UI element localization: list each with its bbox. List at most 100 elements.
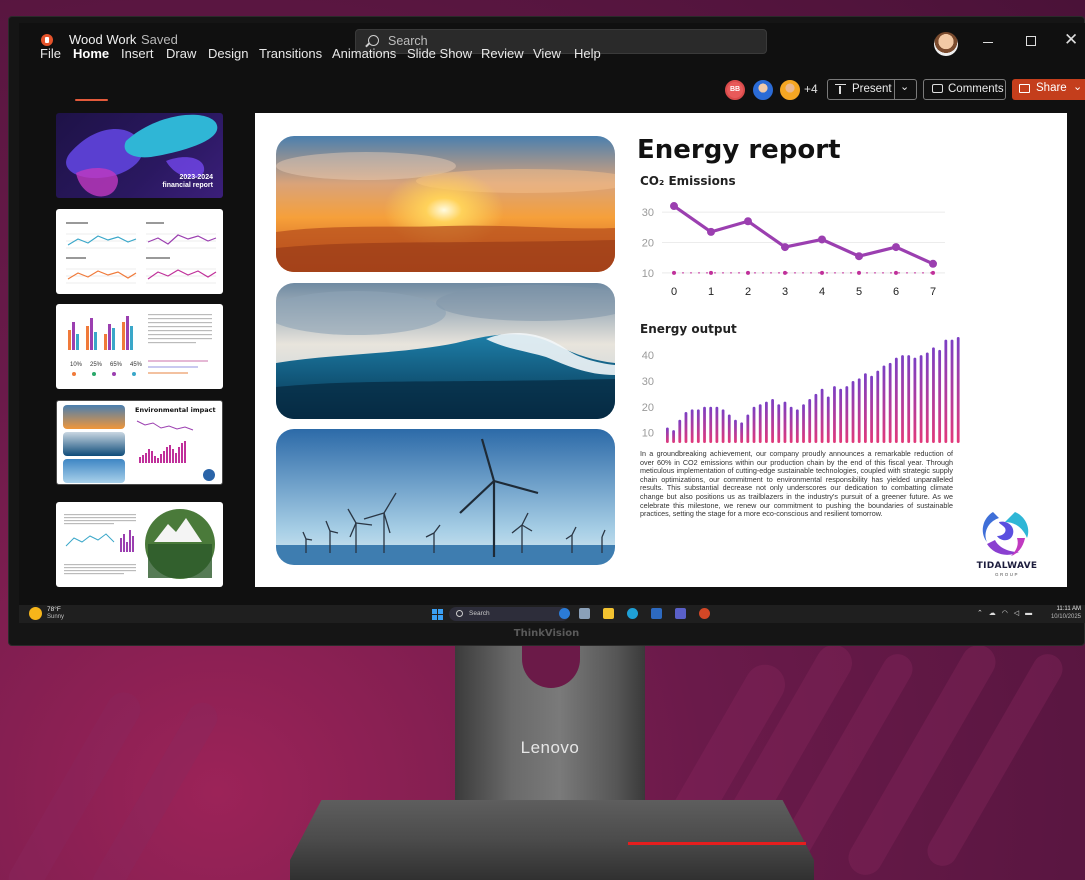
comments-button[interactable]: Comments (923, 79, 1006, 100)
tidalwave-logo-icon (982, 512, 1029, 556)
bar (845, 386, 849, 443)
divider (894, 80, 895, 99)
bar (777, 404, 781, 443)
caption-line: financial report (162, 182, 213, 189)
taskbar: 78°F Sunny Search ⌃ ☁ ◠ ◁ ▬ 11:11 AM 10/… (19, 605, 1085, 623)
edge-browser-icon[interactable] (627, 608, 638, 619)
clock-date[interactable]: 10/10/2025 (1049, 614, 1081, 620)
y-tick-label: 20 (642, 402, 654, 414)
slide-canvas[interactable]: Energy report CO₂ Emissions 10 20 30 0 1 2 3 4 5… (255, 113, 1067, 587)
share-button[interactable]: Share ⌄ (1012, 79, 1085, 100)
sunset-photo[interactable] (276, 136, 615, 272)
monitor-brand: ThinkVision (513, 627, 580, 639)
copilot-icon[interactable] (559, 608, 570, 619)
coauthor-avatar[interactable]: BB (725, 80, 745, 100)
tab-review[interactable]: Review (481, 46, 524, 61)
bar (709, 406, 713, 443)
data-point (855, 252, 863, 261)
bar (789, 406, 793, 443)
bar (907, 355, 911, 443)
x-tick-label: 3 (782, 286, 788, 298)
thumbnail-artwork: 10% 25% 65% 45% (68, 314, 212, 376)
more-coauthors-count[interactable]: +4 (804, 82, 818, 96)
share-icon (1019, 84, 1030, 93)
thumbnail-title: Environmental impact (135, 406, 216, 414)
tab-draw[interactable]: Draw (166, 46, 196, 61)
powerpoint-icon[interactable] (41, 34, 53, 46)
sun-icon[interactable] (29, 607, 42, 620)
thumbnail-artwork: Environmental impact (63, 405, 216, 483)
weather-temperature[interactable]: 78°F (47, 606, 61, 613)
slide-thumbnail-1[interactable]: 2023-2024 financial report (56, 113, 223, 198)
tab-transitions[interactable]: Transitions (259, 46, 322, 61)
maximize-button[interactable] (1026, 36, 1036, 46)
y-tick-label: 10 (642, 268, 654, 280)
tab-home[interactable]: Home (73, 46, 109, 61)
wind-turbines-photo[interactable] (276, 429, 615, 565)
data-point (931, 270, 935, 275)
tab-help[interactable]: Help (574, 46, 601, 61)
weather-description[interactable]: Sunny (47, 614, 64, 620)
slide-thumbnail-2[interactable] (56, 209, 223, 294)
close-button[interactable]: ✕ (1064, 31, 1078, 48)
data-point (744, 217, 752, 226)
tab-animations[interactable]: Animations (332, 46, 396, 61)
slide-thumbnail-4[interactable]: Environmental impact (56, 400, 223, 485)
save-status: Saved (141, 32, 178, 47)
user-avatar[interactable] (934, 32, 958, 56)
monitor: ThinkVision Wood Work Saved Search ✕ Fil… (8, 16, 1085, 646)
teams-icon[interactable] (675, 608, 686, 619)
windows-start-icon[interactable] (432, 609, 443, 620)
monitor-stand-base (290, 800, 814, 880)
bar (721, 409, 725, 443)
bar (672, 430, 675, 443)
bar (870, 375, 873, 443)
bar (746, 414, 750, 443)
chevron-down-icon[interactable]: ⌄ (1073, 80, 1082, 93)
x-tick-label: 6 (893, 286, 899, 298)
slide-thumbnail-5[interactable] (56, 502, 223, 587)
bar (740, 422, 744, 443)
body-paragraph[interactable]: In a groundbreaking achievement, our com… (640, 449, 953, 519)
bar (901, 355, 904, 443)
file-explorer-icon[interactable] (603, 608, 614, 619)
bar (678, 419, 682, 443)
data-point (857, 270, 861, 275)
energy-output-chart[interactable]: 10 20 30 40 (635, 333, 967, 449)
x-tick-label: 7 (930, 286, 936, 298)
system-tray-icons[interactable]: ⌃ ☁ ◠ ◁ ▬ (977, 609, 1034, 617)
clock-time[interactable]: 11:11 AM (1053, 606, 1081, 612)
tab-slide-show[interactable]: Slide Show (407, 46, 472, 61)
task-view-icon[interactable] (579, 608, 590, 619)
store-icon[interactable] (651, 608, 662, 619)
present-button[interactable]: Present ⌄ (827, 79, 917, 100)
thumbnail-stat: 45% (130, 362, 143, 368)
document-title[interactable]: Wood Work (69, 32, 136, 47)
slide-title[interactable]: Energy report (637, 135, 841, 165)
data-point (709, 270, 713, 275)
bar (894, 357, 898, 443)
bar (771, 399, 774, 443)
bar (888, 362, 892, 443)
bar (814, 393, 818, 443)
chevron-down-icon[interactable]: ⌄ (900, 80, 909, 93)
tab-view[interactable]: View (533, 46, 561, 61)
taskbar-search[interactable]: Search (449, 607, 569, 621)
data-point (892, 243, 900, 252)
ocean-wave-photo[interactable] (276, 283, 615, 419)
bar (734, 419, 737, 443)
tab-design[interactable]: Design (208, 46, 248, 61)
coauthor-avatar[interactable] (780, 80, 800, 100)
slide-thumbnail-3[interactable]: 10% 25% 65% 45% (56, 304, 223, 389)
bar (882, 365, 886, 443)
y-tick-label: 30 (642, 207, 654, 219)
tab-insert[interactable]: Insert (121, 46, 154, 61)
co2-emissions-chart[interactable]: 10 20 30 0 1 2 3 4 5 6 7 (635, 197, 955, 307)
coauthor-avatar[interactable] (753, 80, 773, 100)
bar (765, 401, 768, 443)
tab-file[interactable]: File (40, 46, 61, 61)
minimize-button[interactable] (983, 42, 993, 43)
presentation-icon (835, 84, 846, 94)
powerpoint-icon[interactable] (699, 608, 710, 619)
bar (956, 337, 960, 443)
